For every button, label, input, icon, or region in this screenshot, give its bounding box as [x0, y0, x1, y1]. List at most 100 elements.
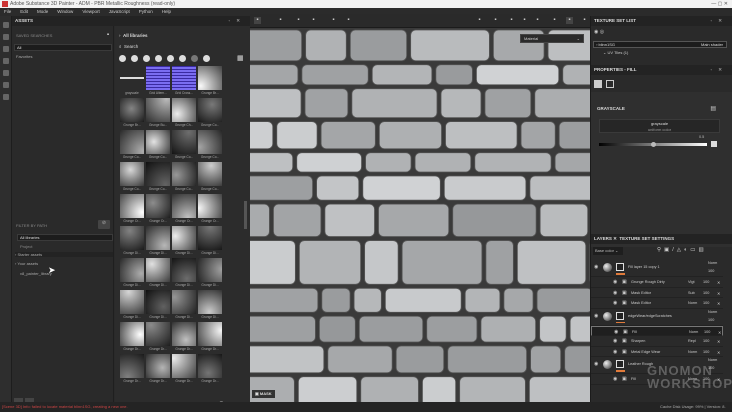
layer-row[interactable]: ◉ ▣ Grunge Rough Dirty Vlgt 100 ✕: [591, 277, 723, 288]
paint-tool-icon[interactable]: [3, 22, 9, 28]
asset-thumbnail[interactable]: [146, 322, 170, 346]
pause-icon[interactable]: ▪: [492, 17, 499, 24]
eye-icon[interactable]: ◉: [594, 361, 598, 367]
asset-thumbnail[interactable]: [198, 130, 222, 154]
symmetry-icon[interactable]: ▪: [295, 17, 302, 24]
asset-thumbnail[interactable]: [198, 226, 222, 250]
asset-thumbnail[interactable]: [120, 98, 144, 122]
asset-thumbnail[interactable]: [198, 66, 222, 90]
asset-thumbnail[interactable]: [198, 258, 222, 282]
viewport-mode-select[interactable]: Material ⌄: [520, 34, 584, 43]
blend-mode[interactable]: Norm: [708, 310, 717, 314]
asset-thumbnail[interactable]: [120, 354, 144, 378]
asset-thumbnail[interactable]: [198, 290, 222, 314]
environment-filter-icon[interactable]: [203, 55, 210, 62]
opacity[interactable]: 100: [704, 330, 710, 334]
particle-filter-icon[interactable]: [179, 55, 186, 62]
texture-filter-icon[interactable]: [143, 55, 150, 62]
viewport-3d[interactable]: ▪ ▪ ▪ ▪ ▪ ▪ ▪ ▪ ▪ ▪ ▪ ▪ ▪ ▪ Material ⌄ ▣ MASK: [250, 14, 590, 402]
layer-row[interactable]: ◉ ▣ Sharpen Repl 100 ✕: [591, 336, 723, 347]
delete-effect-icon[interactable]: ✕: [717, 280, 720, 285]
opacity[interactable]: 100: [708, 318, 714, 322]
hide-icon[interactable]: ▪: [476, 17, 483, 24]
blend-mode[interactable]: Norm: [689, 330, 698, 334]
filter-toggle-icon[interactable]: ⊘: [98, 220, 110, 229]
channel-select[interactable]: Base color ⌄: [593, 247, 623, 255]
visibility-icons[interactable]: ◉ ◎: [594, 29, 604, 35]
opacity[interactable]: 100: [703, 350, 709, 354]
eye-icon[interactable]: ◉: [613, 349, 617, 355]
asset-thumbnail[interactable]: [146, 130, 170, 154]
shader-icon[interactable]: ▪: [551, 17, 558, 24]
window-controls[interactable]: — ▢ ✕: [711, 0, 728, 8]
blend-mode[interactable]: Norm: [708, 261, 717, 265]
opacity[interactable]: 100: [703, 301, 709, 305]
asset-thumbnail[interactable]: [120, 162, 144, 186]
asset-thumbnail[interactable]: [146, 66, 170, 90]
menu-edit[interactable]: Edit: [20, 8, 28, 16]
eraser-tool-icon[interactable]: [3, 34, 9, 40]
smart-material-filter-icon[interactable]: [131, 55, 138, 62]
eye-icon[interactable]: ◉: [614, 329, 618, 335]
asset-thumbnail[interactable]: [198, 194, 222, 218]
path-starter-assets[interactable]: › Starter assets: [15, 252, 113, 257]
panel-controls[interactable]: ▫✕: [711, 65, 728, 75]
tab-layers[interactable]: LAYERS: [594, 236, 612, 241]
asset-thumbnail[interactable]: [146, 290, 170, 314]
texture-set-row[interactable]: ▫ blinn1SG Main shader: [593, 41, 727, 48]
menu-mode[interactable]: Mode: [37, 8, 48, 16]
eye-icon[interactable]: ◉: [613, 338, 617, 344]
menu-file[interactable]: File: [4, 8, 11, 16]
asset-thumbnail[interactable]: [198, 354, 222, 378]
source-picker[interactable]: grayscale uniform color: [599, 119, 720, 133]
blend-mode[interactable]: Vlgt: [688, 280, 695, 284]
breadcrumb[interactable]: › All libraries: [119, 33, 148, 38]
camera-pivot-icon[interactable]: ▪: [345, 17, 352, 24]
material-filter-icon[interactable]: [119, 55, 126, 62]
layer-row[interactable]: ◉ ▣ Mask Editor Norm 100 ✕: [591, 298, 723, 309]
asset-thumbnail[interactable]: [172, 130, 196, 154]
asset-thumbnail[interactable]: [172, 226, 196, 250]
search-item-all[interactable]: All: [14, 44, 112, 51]
opacity[interactable]: 100: [703, 291, 709, 295]
menu-python[interactable]: Python: [139, 8, 153, 16]
menu-javascript[interactable]: JavaScript: [109, 8, 130, 16]
asset-thumbnail[interactable]: [198, 98, 222, 122]
asset-thumbnail[interactable]: [120, 130, 144, 154]
delete-effect-icon[interactable]: ✕: [717, 350, 720, 355]
save-icon[interactable]: ▪: [107, 32, 109, 38]
layer-row[interactable]: ◉ ▣ Mask Editor Sub 100 ✕: [591, 288, 723, 298]
asset-thumbnail[interactable]: [198, 322, 222, 346]
opacity[interactable]: 100: [703, 280, 709, 284]
delete-effect-icon[interactable]: ✕: [717, 339, 720, 344]
uv-tiles-row[interactable]: ⌄ UV Tiles (1): [603, 50, 628, 55]
path-your-assets[interactable]: › Your assets: [15, 261, 38, 266]
eye-icon[interactable]: ◉: [594, 264, 598, 270]
eye-icon[interactable]: ◉: [613, 279, 617, 285]
alpha-filter-icon[interactable]: [155, 55, 162, 62]
opacity[interactable]: 100: [703, 339, 709, 343]
assets-scrollbar[interactable]: [244, 201, 247, 229]
panel-controls[interactable]: ▫✕: [711, 16, 728, 26]
asset-thumbnail[interactable]: [172, 162, 196, 186]
blend-mode[interactable]: Norm: [688, 301, 697, 305]
asset-thumbnail[interactable]: [120, 194, 144, 218]
frame-icon[interactable]: ▪: [330, 17, 337, 24]
menu-viewport[interactable]: Viewport: [82, 8, 99, 16]
path-project[interactable]: Project: [20, 244, 32, 249]
asset-thumbnail[interactable]: [172, 322, 196, 346]
mask-tab-icon[interactable]: [606, 80, 614, 88]
layer-row[interactable]: ◉ ▣ Fill Norm 100 ✕: [591, 325, 723, 336]
camera-icon[interactable]: ▪: [534, 17, 541, 24]
asset-thumbnail[interactable]: [120, 290, 144, 314]
grid-size-icon[interactable]: ▦: [237, 54, 244, 62]
asset-thumbnail[interactable]: [172, 354, 196, 378]
section-menu-icon[interactable]: ▤: [710, 105, 716, 112]
panel-controls[interactable]: ▫✕: [229, 16, 246, 26]
search-item-favorites[interactable]: Favorites: [16, 54, 32, 59]
asset-thumbnail[interactable]: [120, 226, 144, 250]
asset-thumbnail[interactable]: [146, 162, 170, 186]
asset-thumbnail[interactable]: [120, 258, 144, 282]
asset-thumbnail[interactable]: [146, 354, 170, 378]
screenshot-icon[interactable]: ▪: [581, 17, 588, 24]
